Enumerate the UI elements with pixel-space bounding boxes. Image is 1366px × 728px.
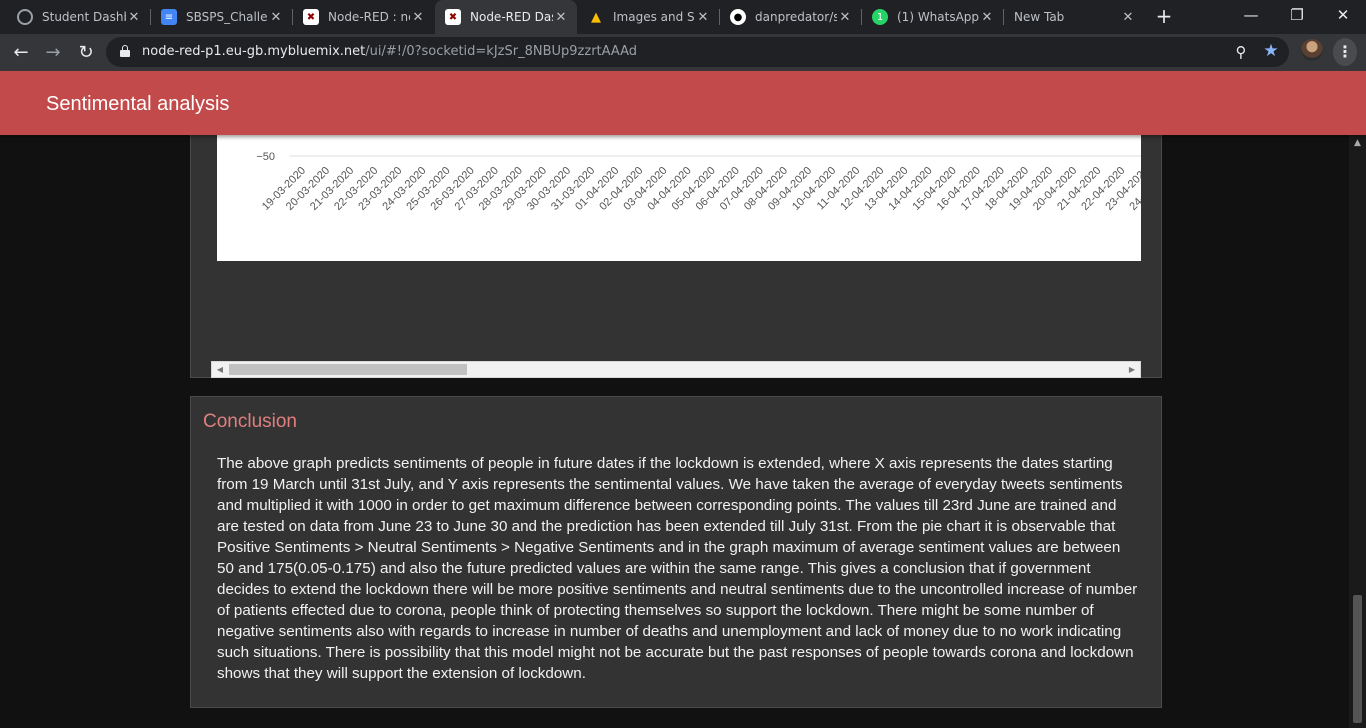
browser-tab[interactable]: ≡ SBSPS_Challen ✕: [151, 0, 292, 34]
profile-avatar[interactable]: [1301, 39, 1323, 61]
globe-icon: [17, 9, 33, 25]
back-icon[interactable]: ←: [8, 40, 34, 66]
tab-title: Node-RED : nc: [328, 10, 410, 24]
whatsapp-icon: 1: [872, 9, 888, 25]
minimize-button[interactable]: —: [1228, 0, 1274, 34]
browser-tab[interactable]: ▲ Images and Sc ✕: [578, 0, 719, 34]
page-title: Sentimental analysis: [46, 93, 230, 115]
tab-title: danpredator/s: [755, 10, 837, 24]
tab-title: New Tab: [1014, 10, 1065, 24]
browser-tab[interactable]: ✖ Node-RED : nc ✕: [293, 0, 434, 34]
browser-menu-icon[interactable]: ⋮: [1333, 38, 1357, 66]
zoom-icon[interactable]: ⚲: [1231, 42, 1251, 62]
page-scrollbar-thumb[interactable]: [1353, 595, 1362, 723]
reload-icon[interactable]: ↻: [73, 40, 99, 66]
tab-title: Student Dashb: [42, 10, 126, 24]
close-tab-icon[interactable]: ✕: [410, 10, 426, 25]
y-tick-label: −50: [256, 151, 275, 163]
close-tab-icon[interactable]: ✕: [268, 10, 284, 25]
close-tab-icon[interactable]: ✕: [1120, 10, 1136, 25]
tab-title: Node-RED Das: [470, 10, 553, 24]
page-viewport: Sentimental analysis −50 19-03-2020 20-03-…: [0, 71, 1366, 728]
restore-button[interactable]: ❐: [1274, 0, 1320, 34]
new-tab-button[interactable]: +: [1153, 5, 1175, 27]
url-text: node-red-p1.eu-gb.mybluemix.net/ui/#!/0?…: [142, 44, 638, 59]
close-tab-icon[interactable]: ✕: [553, 10, 569, 25]
browser-tab-strip: Student Dashb ✕ ≡ SBSPS_Challen ✕ ✖ Node-RED :…: [0, 0, 1366, 34]
browser-tab[interactable]: New Tab ✕: [1004, 0, 1144, 34]
doc-icon: ≡: [161, 9, 177, 25]
tab-title: SBSPS_Challen: [186, 10, 268, 24]
scroll-right-icon[interactable]: ▶: [1124, 362, 1140, 377]
scroll-up-icon[interactable]: ▲: [1349, 138, 1366, 148]
node-red-icon: ✖: [303, 9, 319, 25]
conclusion-card: Conclusion The above graph predicts sent…: [190, 396, 1162, 708]
scroll-left-icon[interactable]: ◀: [212, 362, 228, 377]
browser-tab[interactable]: Student Dashb ✕: [7, 0, 150, 34]
lock-icon: [120, 45, 130, 57]
drive-icon: ▲: [591, 9, 601, 25]
forward-icon[interactable]: →: [40, 40, 66, 66]
tab-title: (1) WhatsApp: [897, 10, 979, 24]
browser-tab[interactable]: ✖ Node-RED Das ✕: [435, 0, 577, 34]
chart-card: −50 19-03-2020 20-03-2020 21-03-2020 22-03-2…: [190, 111, 1162, 378]
conclusion-text: The above graph predicts sentiments of p…: [217, 455, 1138, 682]
address-bar[interactable]: node-red-p1.eu-gb.mybluemix.net/ui/#!/0?…: [106, 37, 1289, 67]
conclusion-title: Conclusion: [203, 411, 297, 432]
browser-tab[interactable]: ● danpredator/s ✕: [720, 0, 861, 34]
close-tab-icon[interactable]: ✕: [979, 10, 995, 25]
dashboard-header: Sentimental analysis: [0, 71, 1366, 135]
github-icon: ●: [730, 9, 746, 25]
chart-horizontal-scrollbar[interactable]: ◀ ▶: [211, 361, 1141, 378]
node-red-icon: ✖: [445, 9, 461, 25]
scrollbar-thumb[interactable]: [229, 364, 467, 375]
page-vertical-scrollbar[interactable]: ▲: [1349, 135, 1366, 728]
close-tab-icon[interactable]: ✕: [126, 10, 142, 25]
bookmark-star-icon[interactable]: ★: [1261, 41, 1281, 61]
close-tab-icon[interactable]: ✕: [837, 10, 853, 25]
close-tab-icon[interactable]: ✕: [695, 10, 711, 25]
tab-title: Images and Sc: [613, 10, 695, 24]
browser-toolbar: ← → ↻ node-red-p1.eu-gb.mybluemix.net/ui…: [0, 34, 1366, 71]
browser-tab[interactable]: 1 (1) WhatsApp ✕: [862, 0, 1003, 34]
close-window-button[interactable]: ✕: [1320, 0, 1366, 34]
